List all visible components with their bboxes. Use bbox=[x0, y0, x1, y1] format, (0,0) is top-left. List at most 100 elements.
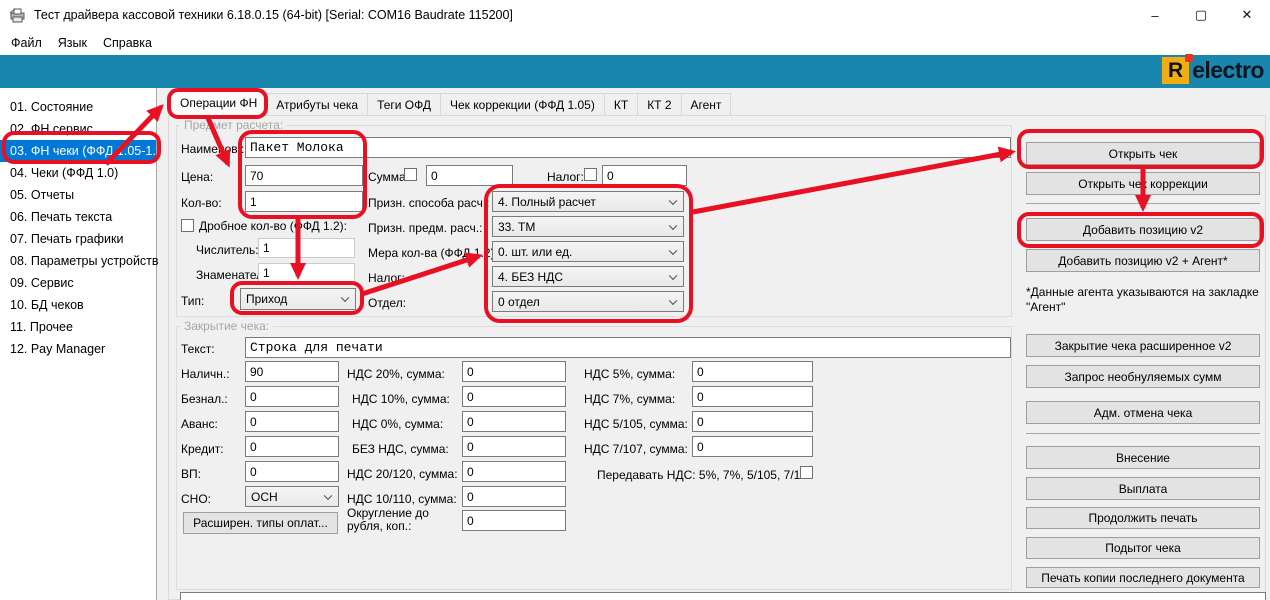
vat10-input[interactable]: 0 bbox=[462, 386, 566, 407]
vp-input[interactable]: 0 bbox=[245, 461, 339, 482]
maximize-icon[interactable]: ▢ bbox=[1178, 0, 1224, 30]
cash-in-button[interactable]: Внесение bbox=[1026, 446, 1260, 469]
cash-out-button[interactable]: Выплата bbox=[1026, 477, 1260, 500]
rounding-input[interactable]: 0 bbox=[462, 510, 566, 531]
tab-correction-receipt[interactable]: Чек коррекции (ФФД 1.05) bbox=[441, 93, 605, 116]
adm-cancel-button[interactable]: Адм. отмена чека bbox=[1026, 401, 1260, 424]
fraction-checkbox[interactable] bbox=[181, 219, 194, 232]
vat-select[interactable]: 4. БЕЗ НДС bbox=[492, 266, 684, 287]
text-label: Текст: bbox=[181, 342, 215, 356]
sidebar-item-reports[interactable]: 05. Отчеты bbox=[0, 184, 156, 206]
vat0-label: НДС 0%, сумма: bbox=[352, 417, 443, 431]
subject-group-label: Предмет расчета: bbox=[180, 118, 287, 132]
print-copy-button[interactable]: Печать копии последнего документа bbox=[1026, 567, 1260, 588]
cash-input[interactable]: 90 bbox=[245, 361, 339, 382]
price-input[interactable]: 70 bbox=[245, 165, 363, 186]
name-label: Наименов.: bbox=[181, 142, 244, 156]
rounding-label: Округление до рубля, коп.: bbox=[347, 507, 459, 533]
sidebar-item-pay-manager[interactable]: 12. Pay Manager bbox=[0, 338, 156, 360]
calc-method-select[interactable]: 4. Полный расчет bbox=[492, 191, 684, 212]
request-sums-button[interactable]: Запрос необнуляемых сумм bbox=[1026, 365, 1260, 388]
chevron-down-icon bbox=[324, 491, 332, 499]
agent-note-line2: "Агент" bbox=[1026, 300, 1065, 314]
subject-calc-value: 33. ТМ bbox=[498, 220, 535, 234]
sidebar-item-print-graphics[interactable]: 07. Печать графики bbox=[0, 228, 156, 250]
subject-calc-select[interactable]: 33. ТМ bbox=[492, 216, 684, 237]
pass-vat-label: Передавать НДС: 5%, 7%, 5/105, 7/107 bbox=[597, 468, 814, 482]
pass-vat-checkbox[interactable] bbox=[800, 466, 813, 479]
sidebar-item-state[interactable]: 01. Состояние bbox=[0, 96, 156, 118]
continue-print-button[interactable]: Продолжить печать bbox=[1026, 507, 1260, 529]
tab-ofd-tags[interactable]: Теги ОФД bbox=[368, 93, 441, 116]
text-input[interactable]: Строка для печати bbox=[245, 337, 1011, 358]
tab-kt[interactable]: КТ bbox=[605, 93, 638, 116]
close-receipt-ext-v2-button[interactable]: Закрытие чека расширенное v2 bbox=[1026, 334, 1260, 357]
type-select[interactable]: Приход bbox=[240, 288, 356, 310]
vat20120-input[interactable]: 0 bbox=[462, 461, 566, 482]
sidebar-item-print-text[interactable]: 06. Печать текста bbox=[0, 206, 156, 228]
close-icon[interactable]: ✕ bbox=[1224, 0, 1270, 30]
vat0-input[interactable]: 0 bbox=[462, 411, 566, 432]
sno-select[interactable]: ОСН bbox=[245, 486, 339, 507]
open-correction-button[interactable]: Открыть чек коррекции bbox=[1026, 172, 1260, 195]
qty-input[interactable]: 1 bbox=[245, 191, 363, 212]
cashless-input[interactable]: 0 bbox=[245, 386, 339, 407]
open-receipt-button[interactable]: Открыть чек bbox=[1026, 142, 1260, 165]
tab-kt2[interactable]: КТ 2 bbox=[638, 93, 681, 116]
app-window: Тест драйвера кассовой техники 6.18.0.15… bbox=[0, 0, 1270, 600]
vat10110-label: НДС 10/110, сумма: bbox=[347, 492, 457, 506]
credit-input[interactable]: 0 bbox=[245, 436, 339, 457]
novat-label: БЕЗ НДС, сумма: bbox=[352, 442, 449, 456]
advance-input[interactable]: 0 bbox=[245, 411, 339, 432]
sidebar-splitter[interactable] bbox=[158, 88, 168, 600]
tab-fn-operations[interactable]: Операции ФН bbox=[170, 90, 267, 116]
brand-logo: R electro bbox=[1162, 57, 1264, 84]
denominator-input[interactable]: 1 bbox=[258, 263, 355, 283]
add-position-v2-agent-button[interactable]: Добавить позицию v2 + Агент* bbox=[1026, 249, 1260, 272]
tax-checkbox[interactable] bbox=[584, 168, 597, 181]
add-position-v2-button[interactable]: Добавить позицию v2 bbox=[1026, 218, 1260, 241]
sidebar-item-service[interactable]: 09. Сервис bbox=[0, 272, 156, 294]
log-output-box[interactable] bbox=[180, 592, 1266, 600]
sum-checkbox[interactable] bbox=[404, 168, 417, 181]
sidebar-item-receipt-db[interactable]: 10. БД чеков bbox=[0, 294, 156, 316]
title-bar: Тест драйвера кассовой техники 6.18.0.15… bbox=[0, 0, 1270, 30]
vat20-input[interactable]: 0 bbox=[462, 361, 566, 382]
numerator-label: Числитель: bbox=[196, 243, 259, 257]
sidebar-item-receipts-ffd10[interactable]: 04. Чеки (ФФД 1.0) bbox=[0, 162, 156, 184]
sidebar-item-device-params[interactable]: 08. Параметры устройства bbox=[0, 250, 156, 272]
vat7107-input[interactable]: 0 bbox=[692, 436, 813, 457]
dept-select[interactable]: 0 отдел bbox=[492, 291, 684, 312]
vat10110-input[interactable]: 0 bbox=[462, 486, 566, 507]
vat5-input[interactable]: 0 bbox=[692, 361, 813, 382]
novat-input[interactable]: 0 bbox=[462, 436, 566, 457]
menu-file[interactable]: Файл bbox=[3, 33, 50, 53]
tab-receipt-attributes[interactable]: Атрибуты чека bbox=[267, 93, 368, 116]
tax-input[interactable]: 0 bbox=[602, 165, 687, 186]
tab-agent[interactable]: Агент bbox=[682, 93, 732, 116]
ext-payments-button[interactable]: Расширен. типы оплат... bbox=[183, 512, 338, 534]
subtotal-button[interactable]: Подытог чека bbox=[1026, 537, 1260, 559]
numerator-input[interactable]: 1 bbox=[258, 238, 355, 258]
credit-label: Кредит: bbox=[181, 442, 224, 456]
chevron-down-icon bbox=[669, 221, 677, 229]
minimize-icon[interactable]: – bbox=[1132, 0, 1178, 30]
fraction-label: Дробное кол-во (ФФД 1.2): bbox=[199, 219, 347, 233]
vat7-input[interactable]: 0 bbox=[692, 386, 813, 407]
sum-input[interactable]: 0 bbox=[426, 165, 513, 186]
sidebar-item-other[interactable]: 11. Прочее bbox=[0, 316, 156, 338]
sidebar-nav: 01. Состояние 02. ФН сервис 03. ФН чеки … bbox=[0, 88, 157, 600]
menu-help[interactable]: Справка bbox=[95, 33, 160, 53]
menu-language[interactable]: Язык bbox=[50, 33, 95, 53]
advance-label: Аванс: bbox=[181, 417, 218, 431]
calc-method-value: 4. Полный расчет bbox=[498, 195, 596, 209]
name-input[interactable]: Пакет Молока bbox=[245, 137, 1011, 158]
sidebar-item-fn-receipts[interactable]: 03. ФН чеки (ФФД 1.05-1.2) bbox=[0, 140, 156, 162]
chevron-down-icon bbox=[669, 196, 677, 204]
chevron-down-icon bbox=[669, 271, 677, 279]
vat5105-input[interactable]: 0 bbox=[692, 411, 813, 432]
chevron-down-icon bbox=[669, 296, 677, 304]
sidebar-item-fn-service[interactable]: 02. ФН сервис bbox=[0, 118, 156, 140]
measure-select[interactable]: 0. шт. или ед. bbox=[492, 241, 684, 262]
subject-calc-label: Призн. предм. расч.: bbox=[368, 221, 482, 235]
